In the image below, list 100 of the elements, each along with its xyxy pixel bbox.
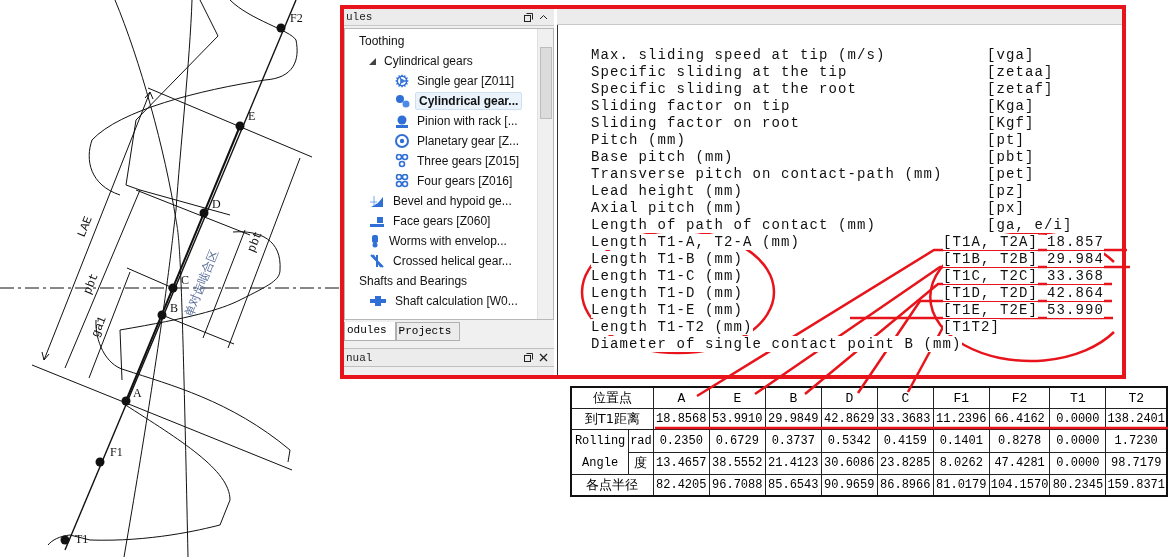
table-cell: Rolling Angle: [571, 429, 629, 475]
panel-title: nual: [346, 351, 373, 364]
point-label: A: [133, 386, 142, 400]
table-cell: rad: [628, 429, 654, 452]
table-header: A: [653, 387, 710, 409]
tree-group[interactable]: Cylindrical gears: [380, 52, 477, 70]
point-label: C: [181, 273, 189, 287]
table-cell: 0.0000: [1049, 429, 1106, 452]
tree-item[interactable]: Worms with envelop...: [385, 232, 511, 250]
table-cell: 位置点: [571, 387, 654, 409]
dimension-label: LAE: [74, 214, 96, 240]
table-cell: 21.4123: [765, 452, 822, 475]
table-cell: 13.4657: [653, 452, 710, 475]
point-label: F1: [110, 445, 123, 459]
table-cell: 82.4205: [653, 474, 710, 496]
result-label: Sliding factor on tip: [591, 97, 791, 114]
table-cell: 33.3683: [877, 408, 934, 430]
scrollbar[interactable]: [537, 29, 553, 319]
result-label: Specific sliding at the tip: [591, 63, 848, 80]
table-cell: 0.3737: [765, 429, 822, 452]
table-cell: 29.9849: [765, 408, 822, 430]
table-header: T1: [1049, 387, 1106, 409]
table-cell: 0.0000: [1049, 408, 1106, 430]
point-label: E: [248, 109, 256, 123]
result-label: Pitch (mm): [591, 131, 686, 148]
table-header: D: [821, 387, 878, 409]
tree-item[interactable]: Pinion with rack [...: [413, 112, 522, 130]
panel-tab[interactable]: Projects: [395, 322, 461, 341]
result-symbol: [pz]: [987, 182, 1025, 199]
panel-title: ules: [346, 11, 373, 23]
gears-icon: [395, 94, 411, 108]
scrollbar-thumb[interactable]: [540, 47, 552, 119]
table-cell: 81.0179: [933, 474, 990, 496]
table-cell: 0.4159: [877, 429, 934, 452]
tree-item[interactable]: Planetary gear [Z...: [413, 132, 524, 150]
face-gear-icon: [369, 214, 385, 228]
tree-item[interactable]: Shaft calculation [W0...: [391, 292, 522, 310]
table-cell: 0.1401: [933, 429, 990, 452]
result-symbol: [T1A, T2A]: [943, 233, 1038, 250]
table-cell: 0.0000: [1049, 452, 1106, 475]
result-label: Diameter of single contact point B (mm): [591, 335, 962, 352]
gear-icon: [395, 74, 409, 88]
table-cell: 度: [628, 452, 654, 475]
table-cell: 66.4162: [989, 408, 1050, 430]
table-cell: 86.8966: [877, 474, 934, 496]
tree-item[interactable]: Crossed helical gear...: [389, 252, 516, 270]
four-gears-icon: [395, 174, 409, 188]
restore-icon[interactable]: [524, 12, 533, 22]
point-label: D: [212, 197, 221, 211]
table-cell: 23.8285: [877, 452, 934, 475]
table-cell: 0.6729: [709, 429, 766, 452]
bevel-gear-icon: [369, 194, 385, 208]
tree-group[interactable]: Toothing: [355, 32, 409, 50]
point-label: F2: [290, 11, 303, 25]
result-symbol: [px]: [987, 199, 1025, 216]
table-header: E: [709, 387, 766, 409]
tree-item[interactable]: Face gears [Z060]: [389, 212, 495, 230]
table-cell: 11.2396: [933, 408, 990, 430]
table-header: C: [877, 387, 934, 409]
table-cell: 38.5552: [709, 452, 766, 475]
result-label: Sliding factor on root: [591, 114, 801, 131]
table-cell: 53.9910: [709, 408, 766, 430]
result-label: Length T1-T2 (mm): [591, 318, 753, 335]
panel-tab[interactable]: odules: [344, 322, 396, 341]
tree-item[interactable]: Three gears [Z015]: [413, 152, 524, 170]
worm-gear-icon: [369, 234, 381, 248]
restore-icon[interactable]: [524, 353, 533, 362]
table-cell: 18.8568: [653, 408, 710, 430]
table-cell: 0.5342: [821, 429, 878, 452]
crossed-helical-gear-icon: [369, 254, 385, 268]
close-icon[interactable]: [539, 353, 548, 362]
tree-group[interactable]: Shafts and Bearings: [355, 272, 472, 290]
table-cell: 30.6086: [821, 452, 878, 475]
tree-item[interactable]: Four gears [Z016]: [413, 172, 517, 190]
table-cell: 0.8278: [989, 429, 1050, 452]
result-symbol: [pt]: [987, 131, 1025, 148]
expanded-arrow-icon[interactable]: [369, 57, 376, 65]
tree-item[interactable]: Cylindrical gear...: [415, 92, 523, 110]
table-cell: 8.0262: [933, 452, 990, 475]
table-cell: 104.1570: [989, 474, 1050, 496]
table-cell: 42.8629: [821, 408, 878, 430]
table-header: F1: [933, 387, 990, 409]
three-gears-icon: [395, 154, 409, 168]
dimension-label: pbt: [80, 271, 102, 297]
table-cell: 85.6543: [765, 474, 822, 496]
shaft-icon: [369, 295, 387, 307]
point-label: B: [170, 301, 178, 315]
caret-up-icon[interactable]: [539, 12, 548, 22]
gear-rack-icon: [395, 114, 409, 128]
dimension-label: ga1: [88, 314, 110, 340]
table-header: B: [765, 387, 822, 409]
table-header: F2: [989, 387, 1050, 409]
tree-item[interactable]: Bevel and hypoid ge...: [389, 192, 516, 210]
planetary-gear-icon: [395, 134, 409, 148]
tree-item[interactable]: Single gear [Z011]: [413, 72, 519, 90]
result-label: Specific sliding at the root: [591, 80, 858, 97]
table-cell: 到T1距离: [571, 408, 654, 430]
dimension-label: pbt: [244, 229, 266, 255]
table-cell: 0.2350: [653, 429, 710, 452]
result-value: 18.857: [1047, 233, 1105, 250]
